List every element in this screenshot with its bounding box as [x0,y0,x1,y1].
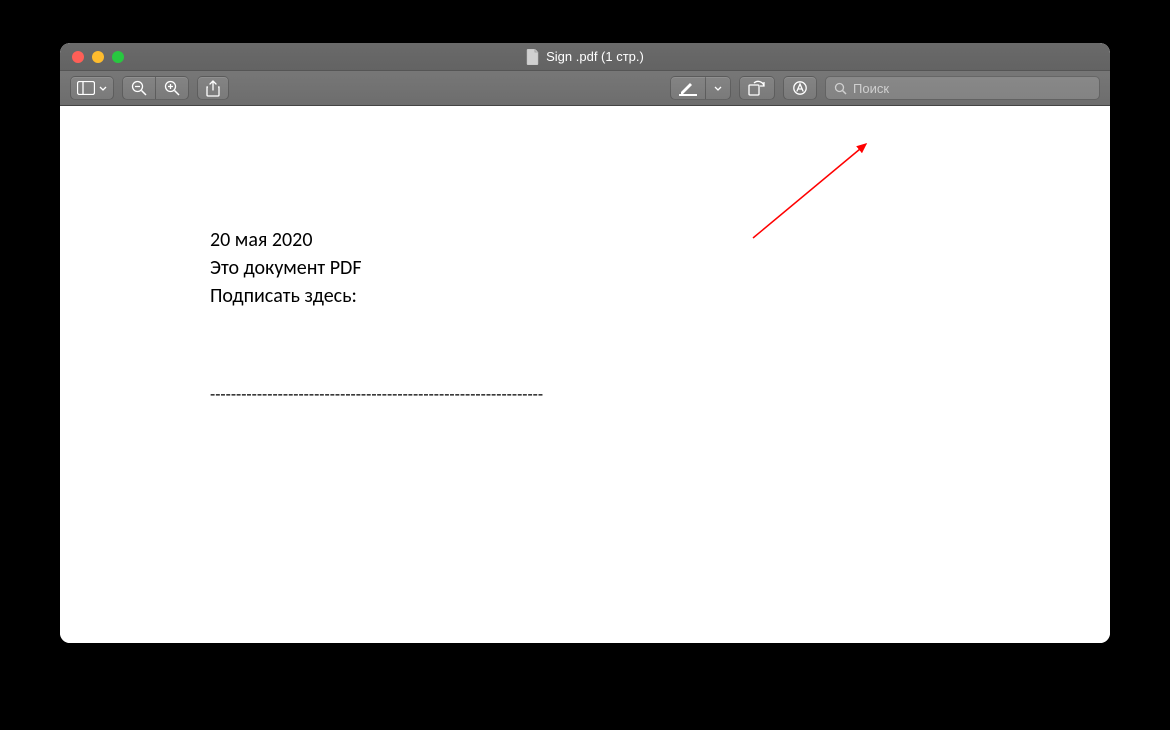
minimize-window-button[interactable] [92,51,104,63]
highlight-dropdown[interactable] [706,77,730,99]
sidebar-icon [77,81,95,95]
search-icon [834,82,847,95]
search-field[interactable] [825,76,1100,100]
preview-window: Sign .pdf (1 стр.) [60,43,1110,643]
rotate-icon [748,80,766,96]
share-button[interactable] [197,76,229,100]
chevron-down-icon [99,86,107,91]
window-controls [60,51,124,63]
share-icon [206,80,220,97]
zoom-out-icon [131,80,147,96]
document-icon [526,49,540,65]
document-content: 20 мая 2020 Это документ PDF Подписать з… [60,106,1110,643]
markup-icon [792,80,808,96]
document-line-title: Это документ PDF [210,254,960,282]
sidebar-toggle-button[interactable] [70,76,114,100]
window-title: Sign .pdf (1 стр.) [60,49,1110,65]
toolbar [60,70,1110,106]
rotate-button[interactable] [739,76,775,100]
close-window-button[interactable] [72,51,84,63]
highlight-icon [679,81,697,96]
document-line-date: 20 мая 2020 [210,226,960,254]
chevron-down-icon [714,86,722,91]
window-titlebar: Sign .pdf (1 стр.) [60,43,1110,70]
zoom-out-button[interactable] [122,76,156,100]
maximize-window-button[interactable] [112,51,124,63]
zoom-group [122,76,189,100]
document-separator: ----------------------------------------… [210,384,960,405]
highlight-button[interactable] [671,77,705,99]
zoom-in-icon [164,80,180,96]
document-line-signhere: Подписать здесь: [210,282,960,310]
highlight-dropdown-button[interactable] [670,76,731,100]
window-title-text: Sign .pdf (1 стр.) [546,49,644,64]
markup-button[interactable] [783,76,817,100]
zoom-in-button[interactable] [156,76,189,100]
search-input[interactable] [853,81,1091,96]
